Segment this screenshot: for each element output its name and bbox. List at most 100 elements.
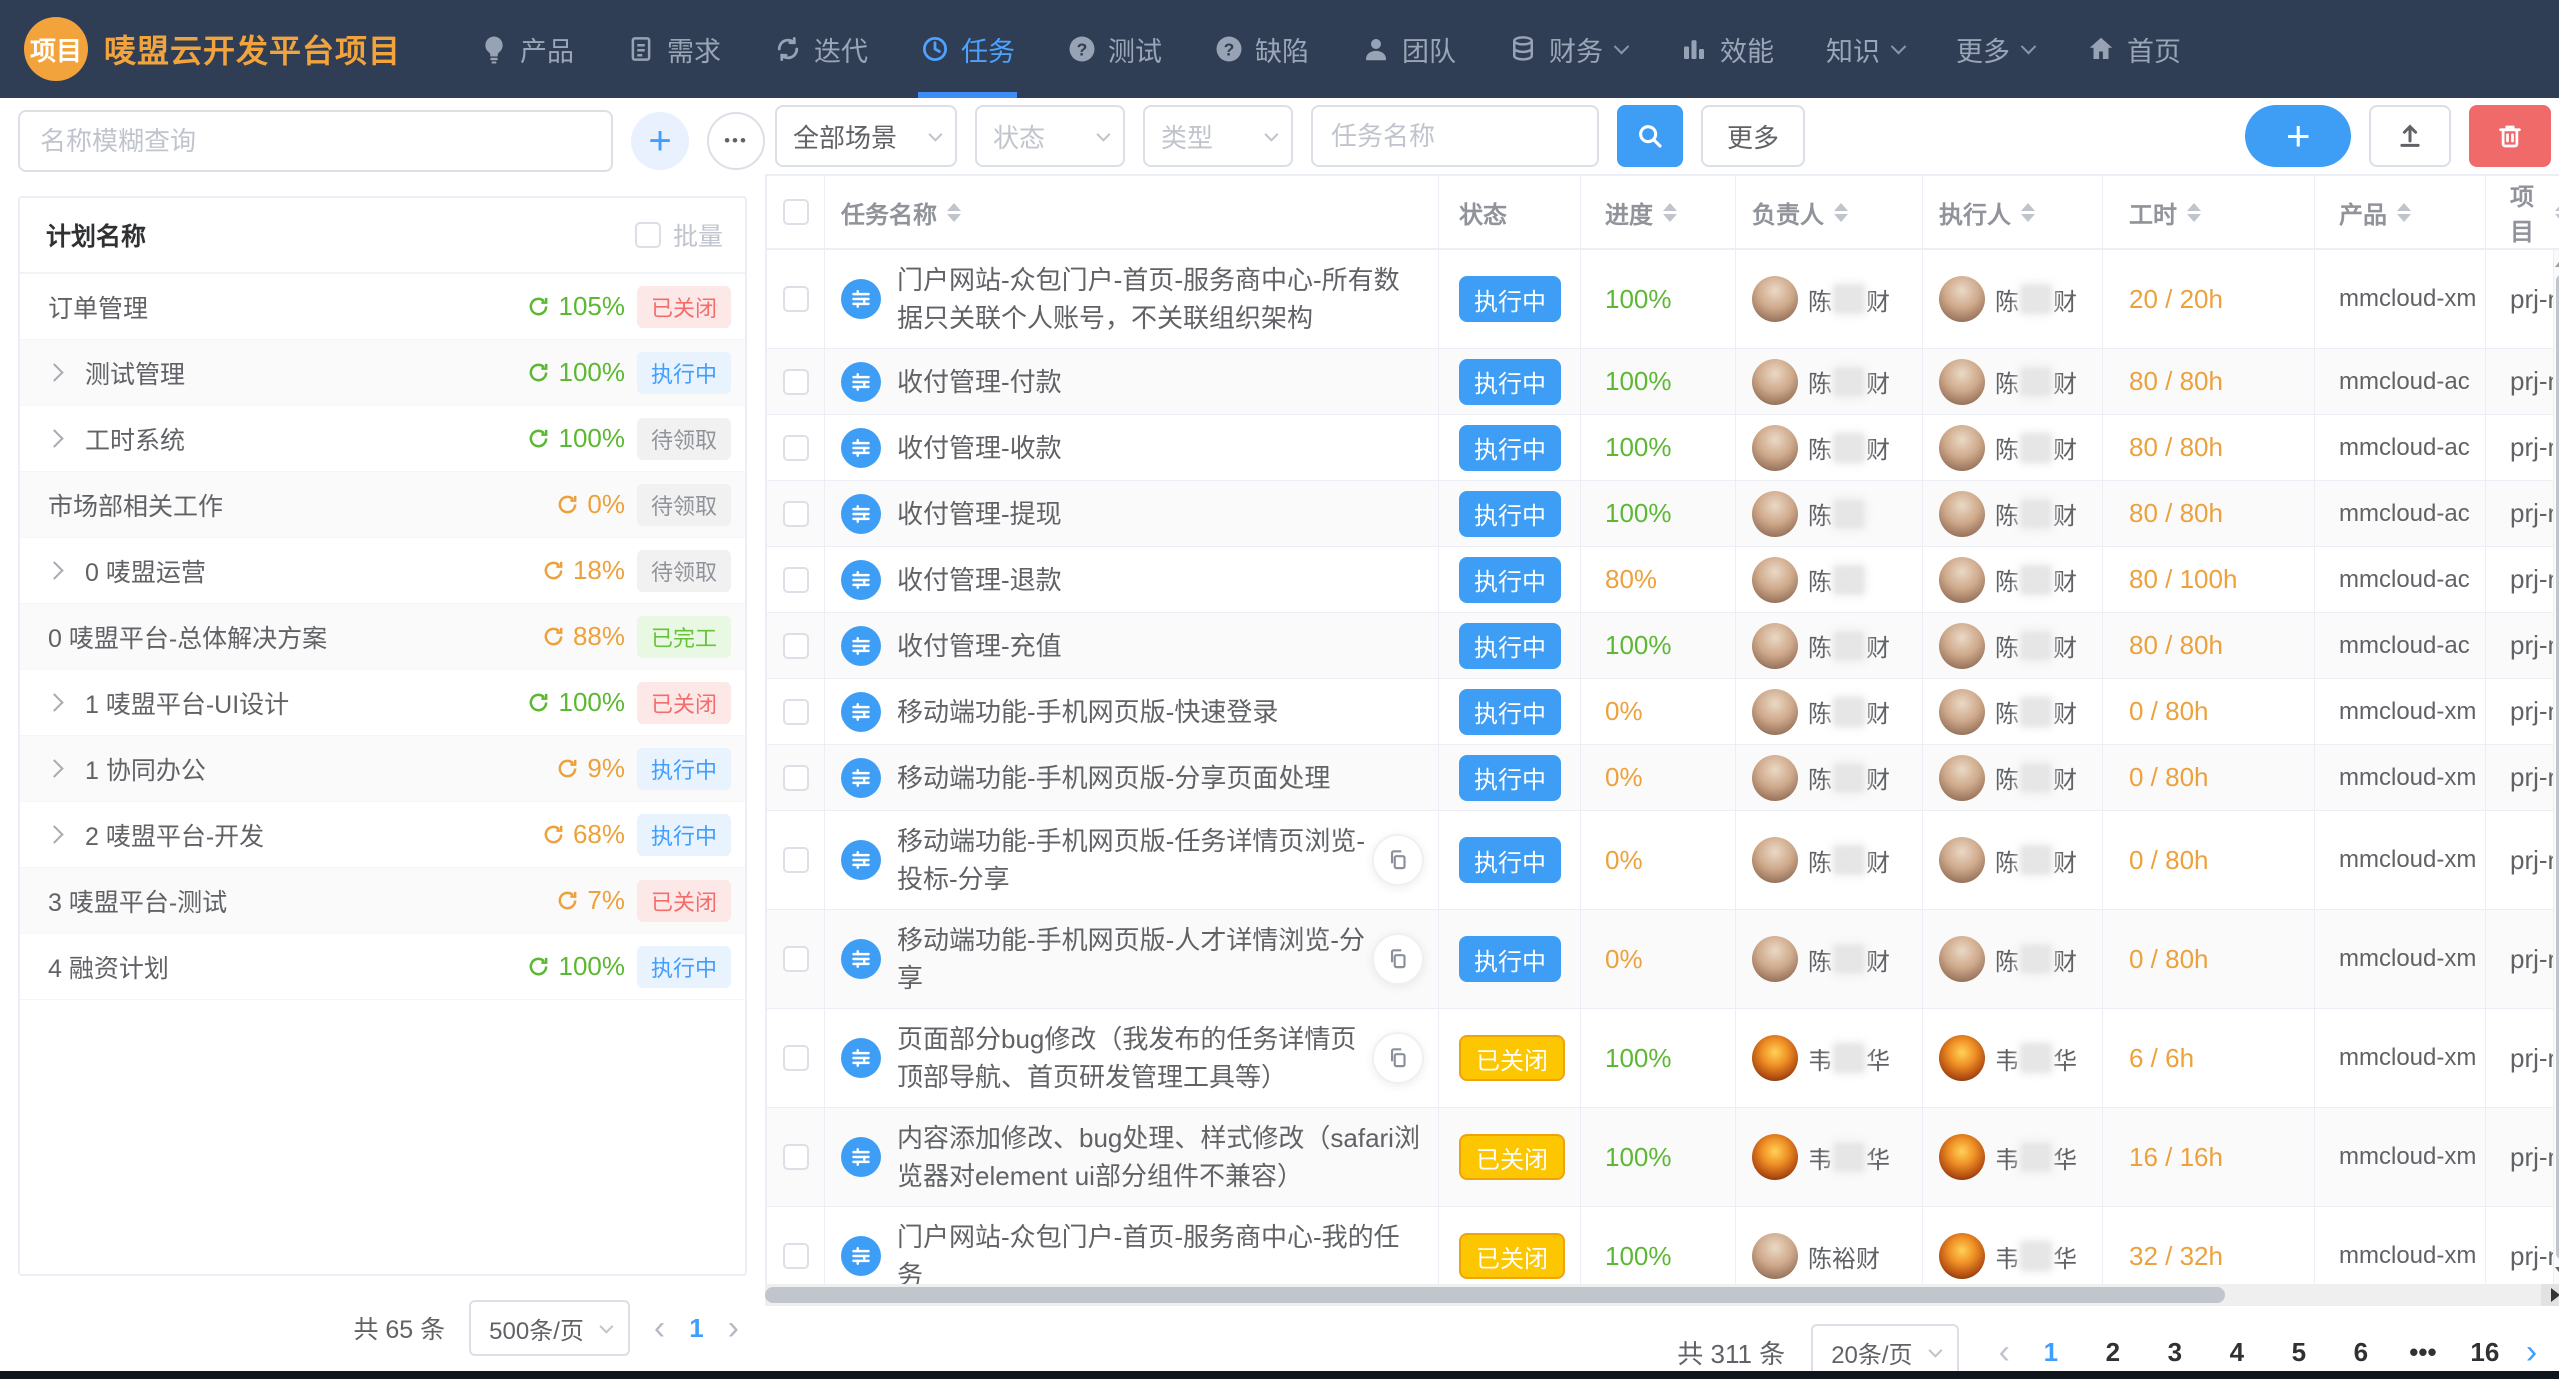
row-checkbox[interactable] — [783, 1243, 809, 1269]
prev-page-button[interactable]: ‹ — [1999, 1335, 2010, 1369]
column-header[interactable]: 进度 — [1581, 176, 1736, 248]
chevron-right-icon[interactable] — [45, 825, 63, 843]
chevron-right-icon[interactable] — [45, 693, 63, 711]
page-number[interactable]: 5 — [2281, 1337, 2317, 1368]
table-row[interactable]: 移动端功能-手机网页版-任务详情页浏览-投标-分享 执行中 0% — [767, 811, 2559, 910]
nav-item-performance[interactable]: 效能 — [1653, 0, 1800, 98]
sort-icon[interactable] — [2187, 203, 2201, 222]
nav-item-iteration[interactable]: 迭代 — [747, 0, 894, 98]
nav-item-knowledge[interactable]: 知识 — [1800, 0, 1930, 98]
nav-item-requirement[interactable]: 需求 — [600, 0, 747, 98]
page-number[interactable]: 1 — [2033, 1337, 2069, 1368]
page-number[interactable]: 6 — [2343, 1337, 2379, 1368]
scroll-down-icon[interactable] — [2555, 1267, 2559, 1276]
nav-item-home[interactable]: 首页 — [2060, 0, 2207, 98]
row-checkbox[interactable] — [783, 1045, 809, 1071]
row-checkbox[interactable] — [783, 633, 809, 659]
task-name[interactable]: 移动端功能-手机网页版-任务详情页浏览-投标-分享 — [897, 811, 1366, 909]
task-name[interactable]: 收付管理-充值 — [897, 616, 1424, 676]
task-name[interactable]: 移动端功能-手机网页版-分享页面处理 — [897, 748, 1424, 808]
task-name[interactable]: 收付管理-收款 — [897, 418, 1424, 478]
sort-icon[interactable] — [2021, 203, 2035, 222]
page-number[interactable]: 16 — [2467, 1337, 2503, 1368]
plan-row[interactable]: 市场部相关工作 0% 待领取 — [20, 472, 745, 538]
plan-row[interactable]: 1 唛盟平台-UI设计 100% 已关闭 — [20, 670, 745, 736]
task-name[interactable]: 内容添加修改、bug处理、样式修改（safari浏览器对element ui部分… — [897, 1108, 1424, 1206]
plan-row[interactable]: 0 唛盟平台-总体解决方案 88% 已完工 — [20, 604, 745, 670]
table-row[interactable]: 内容添加修改、bug处理、样式修改（safari浏览器对element ui部分… — [767, 1108, 2559, 1207]
plan-row[interactable]: 订单管理 105% 已关闭 — [20, 274, 745, 340]
nav-item-product[interactable]: 产品 — [453, 0, 600, 98]
plan-row[interactable]: 0 唛盟运营 18% 待领取 — [20, 538, 745, 604]
plan-more-button[interactable] — [707, 112, 765, 170]
plan-search-input[interactable] — [18, 110, 613, 172]
table-row[interactable]: 页面部分bug修改（我发布的任务详情页顶部导航、首页研发管理工具等） 已关闭 1… — [767, 1009, 2559, 1108]
table-row[interactable]: 门户网站-众包门户-首页-服务商中心-我的任务 已关闭 100% — [767, 1207, 2559, 1284]
table-row[interactable]: 门户网站-众包门户-首页-服务商中心-所有数据只关联个人账号，不关联组织架构 执… — [767, 250, 2559, 349]
scene-select[interactable]: 全部场景 — [775, 105, 957, 167]
page-number[interactable]: 3 — [2157, 1337, 2193, 1368]
sort-icon[interactable] — [2397, 203, 2411, 222]
sort-icon[interactable] — [2555, 203, 2559, 222]
plan-row[interactable]: 1 协同办公 9% 执行中 — [20, 736, 745, 802]
plan-row[interactable]: 测试管理 100% 执行中 — [20, 340, 745, 406]
plan-next-page-button[interactable]: › — [728, 1311, 739, 1345]
table-row[interactable]: 收付管理-退款 执行中 80% 陈 — [767, 547, 2559, 613]
next-page-button[interactable]: › — [2526, 1335, 2537, 1369]
task-name[interactable]: 收付管理-提现 — [897, 484, 1424, 544]
plan-row[interactable]: 工时系统 100% 待领取 — [20, 406, 745, 472]
nav-item-team[interactable]: 团队 — [1335, 0, 1482, 98]
search-button[interactable] — [1617, 105, 1683, 167]
type-select[interactable]: 类型 — [1143, 105, 1293, 167]
copy-button[interactable] — [1372, 1032, 1424, 1084]
table-row[interactable]: 移动端功能-手机网页版-快速登录 执行中 0% — [767, 679, 2559, 745]
chevron-right-icon[interactable] — [45, 363, 63, 381]
vertical-scrollbar[interactable] — [2553, 250, 2559, 1284]
horizontal-scroll-thumb[interactable] — [765, 1287, 2225, 1303]
scroll-right-button[interactable] — [2541, 1284, 2559, 1306]
add-plan-button[interactable] — [631, 112, 689, 170]
column-header[interactable]: 执行人 — [1923, 176, 2103, 248]
table-row[interactable]: 收付管理-充值 执行中 100% 陈 — [767, 613, 2559, 679]
column-header[interactable]: 产品 — [2315, 176, 2486, 248]
row-checkbox[interactable] — [783, 699, 809, 725]
delete-button[interactable] — [2469, 105, 2551, 167]
task-name[interactable]: 移动端功能-手机网页版-快速登录 — [897, 682, 1424, 742]
column-header[interactable]: 项目 — [2486, 176, 2559, 248]
row-checkbox[interactable] — [783, 369, 809, 395]
more-filters-button[interactable]: 更多 — [1701, 105, 1805, 167]
plan-prev-page-button[interactable]: ‹ — [654, 1311, 665, 1345]
row-checkbox[interactable] — [783, 567, 809, 593]
column-header[interactable]: 负责人 — [1736, 176, 1923, 248]
row-checkbox[interactable] — [783, 501, 809, 527]
row-checkbox[interactable] — [783, 435, 809, 461]
chevron-right-icon[interactable] — [45, 429, 63, 447]
plan-row[interactable]: 4 融资计划 100% 执行中 — [20, 934, 745, 1000]
table-row[interactable]: 收付管理-收款 执行中 100% 陈 — [767, 415, 2559, 481]
task-name[interactable]: 收付管理-付款 — [897, 352, 1424, 412]
row-checkbox[interactable] — [783, 946, 809, 972]
chevron-right-icon[interactable] — [45, 759, 63, 777]
column-header[interactable]: 状态 — [1439, 176, 1581, 248]
nav-item-defect[interactable]: ? 缺陷 — [1188, 0, 1335, 98]
plan-row[interactable]: 3 唛盟平台-测试 7% 已关闭 — [20, 868, 745, 934]
batch-checkbox[interactable] — [635, 222, 661, 248]
nav-item-test[interactable]: ? 测试 — [1041, 0, 1188, 98]
table-row[interactable]: 移动端功能-手机网页版-分享页面处理 执行中 0% — [767, 745, 2559, 811]
add-task-button[interactable] — [2245, 105, 2351, 167]
plan-page-size-select[interactable]: 500条/页 — [469, 1300, 630, 1356]
scroll-up-icon[interactable] — [2555, 258, 2559, 267]
sort-icon[interactable] — [1834, 203, 1848, 222]
select-all-checkbox[interactable] — [783, 199, 809, 225]
task-name-input[interactable] — [1311, 105, 1599, 167]
page-number[interactable]: 4 — [2219, 1337, 2255, 1368]
nav-item-task[interactable]: 任务 — [894, 0, 1041, 98]
export-button[interactable] — [2369, 105, 2451, 167]
sort-icon[interactable] — [1663, 203, 1677, 222]
table-row[interactable]: 收付管理-付款 执行中 100% 陈 — [767, 349, 2559, 415]
horizontal-scrollbar[interactable] — [765, 1284, 2559, 1306]
task-name[interactable]: 页面部分bug修改（我发布的任务详情页顶部导航、首页研发管理工具等） — [897, 1009, 1366, 1107]
row-checkbox[interactable] — [783, 847, 809, 873]
page-number[interactable]: ••• — [2405, 1337, 2441, 1368]
column-header[interactable]: 任务名称 — [825, 176, 1439, 248]
